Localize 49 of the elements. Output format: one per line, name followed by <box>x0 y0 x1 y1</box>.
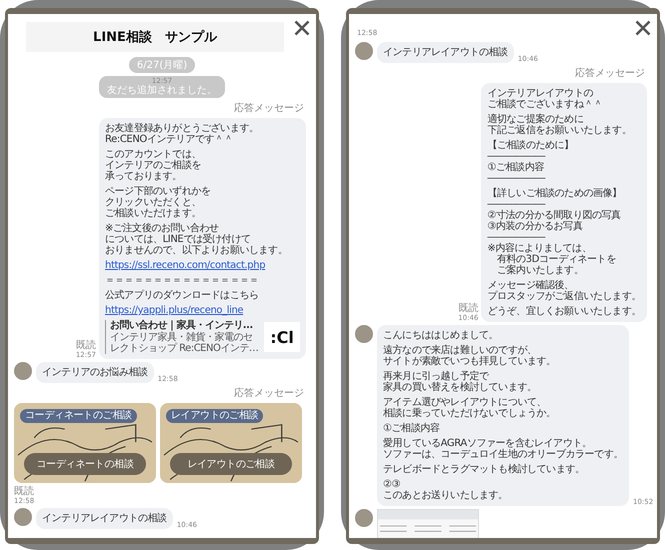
avatar <box>14 362 32 380</box>
message-text: 【詳しいご相談のための画像】 ―――――― ②寸法の分かる間取り図の写真 ③内装の分かるお写真 ―――――― ※内容によりましては、 有料の3Dコーディネートを ご案内いたします。 <box>487 188 623 276</box>
read-status: 既読 <box>76 340 96 351</box>
avatar <box>14 508 32 526</box>
link-preview-card[interactable]: お問い合わせ｜家具・インテリ… インテリア家具・雑貨・家電のセレクトショップ Re:CENOインテ… :Cl <box>105 320 300 354</box>
message-text: インテリアレイアウトの ご相談でございますね＾＾ <box>487 88 604 110</box>
message-text: このアカウントでは、 インテリアのご相談を 承っております。 <box>105 149 202 182</box>
response-label: 応答メッセージ <box>234 102 304 115</box>
message-text: 適切なご提案のために 下記ご返信をお願いいたします。 <box>487 114 632 136</box>
message-text: ※ご注文後のお問い合わせ については、LINEでは受け付けて おりませんので、以下よりお願いします。 <box>105 223 288 256</box>
avatar <box>355 509 373 527</box>
message-text: どうぞ、宜しくお願いいたします。 <box>487 306 641 317</box>
chat-title: LINE相談 サンプル <box>26 22 284 52</box>
read-status: 既読 <box>458 303 478 314</box>
message-text: ①ご相談内容 <box>383 423 441 434</box>
carousel-card[interactable]: レイアウトのご相談 レイアウトのご相談 <box>160 403 302 483</box>
message-text: 愛用しているAGRAソファーを含むレイアウト。 ソファーは、コーデュロイ生地のオリーブカラーです。 <box>383 438 624 460</box>
link-title: お問い合わせ｜家具・インテリ… <box>110 320 254 331</box>
close-icon[interactable] <box>294 20 310 36</box>
consult-button[interactable]: コーディネートの相談 <box>24 453 146 475</box>
message-text: ページ下部のいずれかを クリックいただくと、 ご相談いただけます。 <box>105 186 212 219</box>
message-text: お友達登録ありがとうございます。 Re:CENOインテリアです＾＾ <box>105 123 260 145</box>
read-status: 既読 <box>14 486 34 497</box>
message-link[interactable]: https://ssl.receno.com/contact.php <box>105 260 300 271</box>
response-label: 応答メッセージ <box>234 386 304 400</box>
message-text: 再来月に引っ越し予定で 家具の買い替えを検討しています。 <box>383 371 538 393</box>
consult-button[interactable]: レイアウトのご相談 <box>170 453 292 475</box>
message-text: インテリアレイアウトの相談 <box>42 513 167 524</box>
message-text: インテリアレイアウトの相談 <box>383 47 508 58</box>
message-text: こんにちははじめまして。 <box>383 330 500 341</box>
close-icon[interactable] <box>635 20 651 36</box>
message-text: ＝＝＝＝＝＝＝＝＝＝＝＝＝＝＝＝ <box>105 275 260 286</box>
message-text: アイテム選びやレイアウトについて、 相談に乗っていただけないでしょうか。 <box>383 397 557 419</box>
category-tag: レイアウトのご相談 <box>166 409 264 423</box>
avatar <box>355 42 373 60</box>
message-text: インテリアのお悩み相談 <box>42 367 148 378</box>
avatar <box>355 325 373 343</box>
message-link[interactable]: https://yappli.plus/receno_line <box>105 305 300 316</box>
message-text: ②③ このあとお送りいたします。 <box>383 479 509 501</box>
message-text: メッセージ確認後、 プロスタッフがご返信いたします。 <box>487 280 641 302</box>
message-text: テレビボードとラグマットも検討しています。 <box>383 464 586 475</box>
message-text: 【ご相談のために】 ―――――― ①ご相談内容 ―――――― <box>487 140 575 184</box>
message-text: 公式アプリのダウンロードはこちら <box>105 290 260 301</box>
category-tag: コーディネートのご相談 <box>20 409 137 423</box>
message-text: 遠方なので来店は難しいのですが、 サイトが素敵でいつも拝見しています。 <box>383 345 557 367</box>
link-description: インテリア家具・雑貨・家電のセレクトショップ Re:CENOインテ… <box>110 332 260 354</box>
response-label: 応答メッセージ <box>575 66 645 80</box>
logo-thumbnail: :Cl <box>264 322 300 352</box>
carousel-card[interactable]: コーディネートのご相談 コーディネートの相談 <box>14 403 156 483</box>
